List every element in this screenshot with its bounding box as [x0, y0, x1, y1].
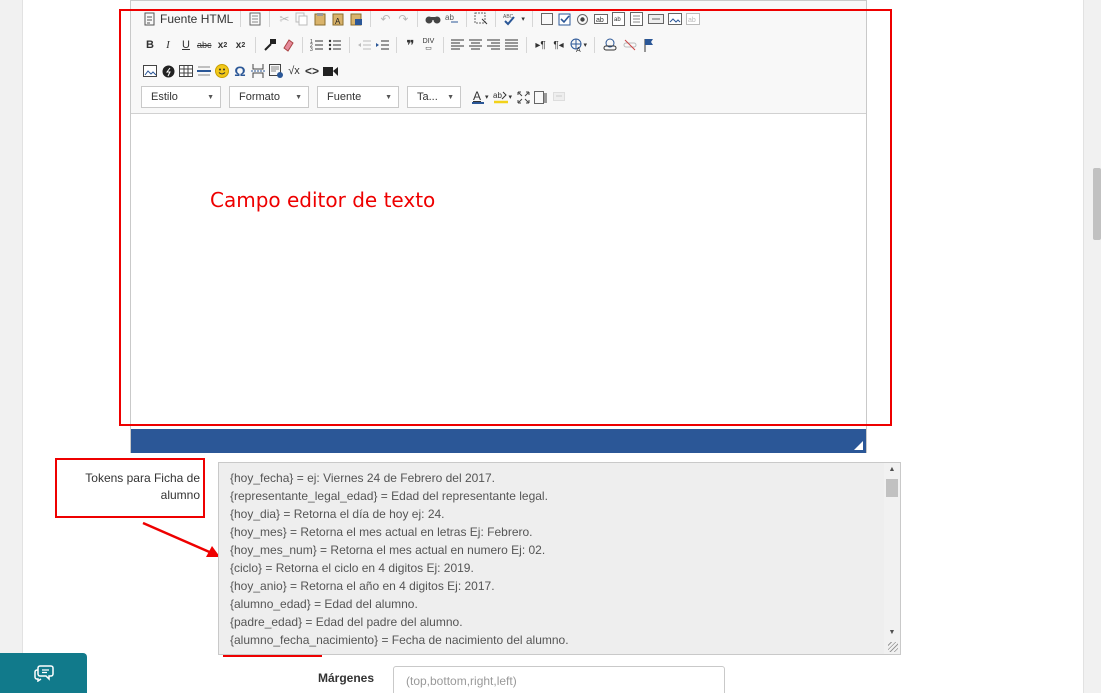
- tokens-scrollbar[interactable]: ▲ ▼: [884, 463, 900, 654]
- annotation-editor-label: Campo editor de texto: [210, 188, 436, 212]
- tokens-label: Tokens para Ficha de alumno: [85, 471, 200, 502]
- token-line: {hoy_anio} = Retorna el año en 4 digitos…: [230, 579, 495, 593]
- token-line: {hoy_mes} = Retorna el mes actual en let…: [230, 525, 533, 539]
- token-line: {alumno_edad} = Edad del alumno.: [230, 597, 418, 611]
- scroll-down-icon[interactable]: ▼: [884, 626, 900, 640]
- page-scrollbar-thumb[interactable]: [1093, 168, 1101, 240]
- margins-input[interactable]: [393, 666, 725, 693]
- page-scrollbar[interactable]: [1093, 0, 1101, 693]
- token-line: {padre_edad} = Edad del padre del alumno…: [230, 615, 463, 629]
- tokens-list: {hoy_fecha} = ej: Viernes 24 de Febrero …: [230, 469, 880, 649]
- token-line: {hoy_dia} = Retorna el día de hoy ej: 24…: [230, 507, 445, 521]
- chat-icon: [33, 665, 54, 682]
- token-line: {representante_legal_edad} = Edad del re…: [230, 489, 548, 503]
- editor-statusbar: [131, 429, 866, 453]
- textarea-resize-handle[interactable]: [888, 642, 898, 652]
- annotation-arrow-icon: [142, 521, 220, 557]
- tokens-scrollbar-thumb[interactable]: [886, 479, 898, 497]
- editor-resize-grip[interactable]: [854, 441, 863, 450]
- annotation-editor-box: [119, 9, 892, 426]
- scroll-up-icon[interactable]: ▲: [884, 463, 900, 477]
- token-line: {alumno_fecha_nacimiento} = Fecha de nac…: [230, 633, 569, 647]
- tokens-textarea[interactable]: {hoy_fecha} = ej: Viernes 24 de Febrero …: [218, 462, 901, 655]
- chat-button[interactable]: [0, 653, 87, 693]
- token-line: {hoy_fecha} = ej: Viernes 24 de Febrero …: [230, 471, 495, 485]
- token-line: {ciclo} = Retorna el ciclo en 4 digitos …: [230, 561, 474, 575]
- token-line: {hoy_mes_num} = Retorna el mes actual en…: [230, 543, 546, 557]
- margins-label: Márgenes: [318, 671, 375, 685]
